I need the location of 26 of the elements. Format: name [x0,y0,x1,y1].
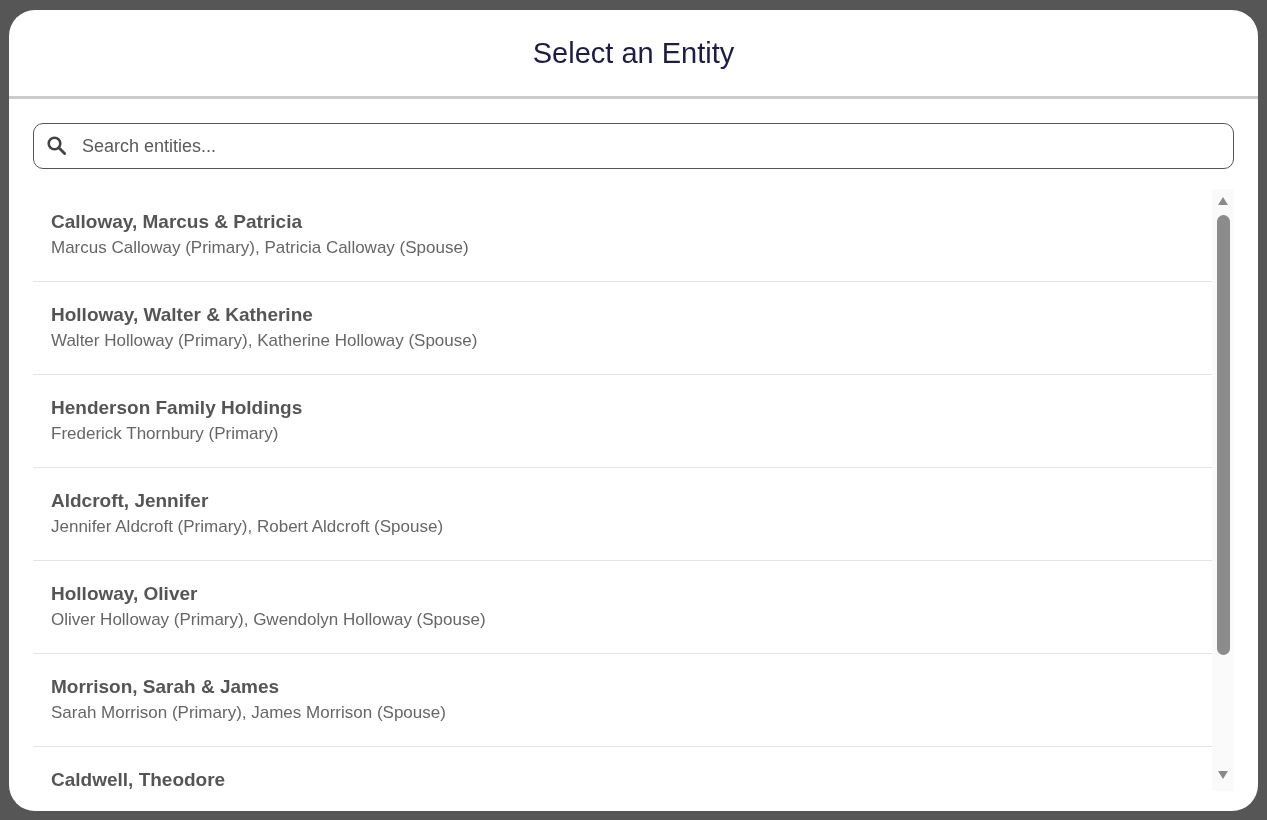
entity-name: Holloway, Oliver [51,583,198,605]
entity-members: Frederick Thornbury (Primary) [51,423,279,445]
entity-name: Henderson Family Holdings [51,397,303,419]
entity-name: Morrison, Sarah & James [51,676,280,698]
scrollbar[interactable] [1212,189,1234,791]
search-icon [47,136,66,155]
entity-name: Aldcroft, Jennifer [51,490,209,512]
entity-members: Oliver Holloway (Primary), Gwendolyn Holloway (Spouse) [51,609,486,631]
entity-name: Calloway, Marcus & Patricia [51,211,302,233]
entity-list-item[interactable]: Morrison, Sarah & James Sarah Morrison (Primary), James Morrison (Spouse) [33,654,1212,747]
search-field[interactable]: Search entities... [33,123,1234,169]
entity-name: Holloway, Walter & Katherine [51,304,313,326]
scrollbar-thumb[interactable] [1216,215,1230,655]
entity-list-item[interactable]: Holloway, Walter & Katherine Walter Holloway (Primary), Katherine Holloway (Spouse) [33,282,1212,375]
entity-list-item[interactable]: Holloway, Oliver Oliver Holloway (Primary), Gwendolyn Holloway (Spouse) [33,561,1212,654]
entity-list-item[interactable]: Calloway, Marcus & Patricia Marcus Calloway (Primary), Patricia Calloway (Spouse) [33,189,1212,282]
entity-list-item[interactable]: Aldcroft, Jennifer Jennifer Aldcroft (Primary), Robert Aldcroft (Spouse) [33,468,1212,561]
entity-members: Jennifer Aldcroft (Primary), Robert Aldcroft (Spouse) [51,516,444,538]
dialog-title: Select an Entity [532,36,735,71]
entity-members: Marcus Calloway (Primary), Patricia Calloway (Spouse) [51,237,469,259]
scroll-up-icon[interactable] [1218,197,1228,205]
entity-name: Caldwell, Theodore [51,769,226,791]
entity-members: Sarah Morrison (Primary), James Morrison (Spouse) [51,702,446,724]
entity-members: Walter Holloway (Primary), Katherine Holloway (Spouse) [51,330,478,352]
entity-list-item[interactable]: Henderson Family Holdings Frederick Thornbury (Primary) [33,375,1212,468]
scroll-down-icon[interactable] [1218,771,1228,779]
